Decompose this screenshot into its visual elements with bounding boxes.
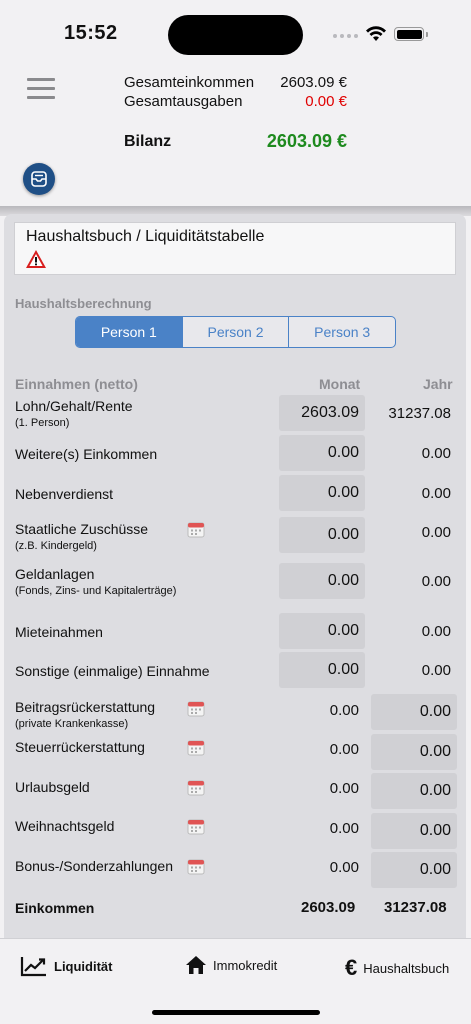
monat-header: Monat [319,376,361,392]
row-label-lohn: Lohn/Gehalt/Rente [15,398,133,414]
status-time: 15:52 [64,22,118,44]
value-steuerrueckerstattung-monat: 0.00 [329,740,359,758]
tab-liquiditaet[interactable]: Liquidität [20,955,113,977]
value-weihnachtsgeld-monat: 0.00 [329,819,359,837]
value-weitere-jahr: 0.00 [421,444,451,462]
value-urlaubsgeld-monat: 0.00 [329,779,359,797]
euro-icon: € [345,955,358,980]
ledger-icon [31,171,47,187]
jahr-header: Jahr [423,376,453,392]
balance-label: Bilanz [124,133,172,150]
tab-liquiditaet-label: Liquidität [54,958,113,974]
value-lohn-jahr: 31237.08 [388,404,451,422]
calendar-icon[interactable] [187,818,205,835]
battery-tip [426,32,428,37]
input-lohn-monat[interactable]: 2603.09 [279,395,365,431]
segment-person-2[interactable]: Person 2 [183,317,290,347]
row-label-bonus: Bonus-/Sonderzahlungen [15,858,174,874]
home-icon [186,956,206,974]
value-beitragsrueckerstattung-monat: 0.00 [329,701,359,719]
input-bonus-jahr[interactable]: 0.00 [371,852,457,888]
battery-icon [394,27,424,41]
value-sonstige-jahr: 0.00 [421,661,451,679]
row-sub-zuschuesse: (z.B. Kindergeld) [15,540,97,552]
input-steuerrueckerstattung-jahr[interactable]: 0.00 [371,734,457,770]
warning-icon[interactable] [25,249,47,269]
row-label-weihnachtsgeld: Weihnachtsgeld [15,818,115,834]
wifi-icon [366,26,386,41]
row-label-urlaubsgeld: Urlaubsgeld [15,779,90,795]
value-bonus-monat: 0.00 [329,858,359,876]
row-label-mieteinahmen: Mieteinahmen [15,624,103,640]
row-label-beitragsrueckerstattung: Beitragsrückerstattung [15,699,156,715]
input-mieteinahmen-monat[interactable]: 0.00 [279,613,365,649]
calendar-icon[interactable] [187,779,205,796]
row-sub-geldanlagen: (Fonds, Zins- und Kapitalerträge) [15,585,177,597]
segment-person-1[interactable]: Person 1 [76,317,183,347]
expense-value: 0.00 € [305,93,347,110]
total-jahr: 31237.08 [384,899,447,916]
input-weitere-monat[interactable]: 0.00 [279,435,365,471]
input-nebenverdienst-monat[interactable]: 0.00 [279,475,365,511]
row-label-sonstige: Sonstige (einmalige) Einnahme [15,663,210,679]
expense-label: Gesamtausgaben [124,93,243,110]
input-beitragsrueckerstattung-jahr[interactable]: 0.00 [371,694,457,730]
row-label-weitere: Weitere(s) Einkommen [15,446,158,462]
dynamic-island [168,15,303,55]
chart-line-icon [20,957,46,977]
row-sub-beitragsrueckerstattung: (private Krankenkasse) [15,718,129,730]
balance-value: 2603.09 € [266,131,347,151]
tab-haushaltsbuch[interactable]: € Haushaltsbuch [345,955,449,981]
tab-immokredit[interactable]: Immokredit [185,955,277,975]
segment-person-3[interactable]: Person 3 [289,317,395,347]
total-monat: 2603.09 [301,899,356,916]
value-nebenverdienst-jahr: 0.00 [421,484,451,502]
panel-title-box: Haushaltsbuch / Liquiditätstabelle [14,222,456,275]
menu-icon[interactable] [27,78,55,100]
section-label: Haushaltsberechnung [15,296,152,311]
row-sub-lohn: (1. Person) [15,417,70,429]
row-label-zuschuesse: Staatliche Zuschüsse [15,521,149,537]
home-indicator [152,1010,320,1015]
income-header: Einnahmen (netto) [15,376,138,392]
income-label: Gesamteinkommen [124,74,255,91]
cellular-dots-icon [333,34,358,38]
person-segmented-control: Person 1 Person 2 Person 3 [75,316,396,348]
calendar-icon[interactable] [187,700,205,717]
value-mieteinahmen-jahr: 0.00 [421,622,451,640]
input-sonstige-monat[interactable]: 0.00 [279,652,365,688]
status-bar: 15:52 [0,0,471,66]
value-zuschuesse-jahr: 0.00 [421,523,451,541]
input-urlaubsgeld-jahr[interactable]: 0.00 [371,773,457,809]
tab-immokredit-label: Immokredit [213,957,278,973]
row-label-steuerrueckerstattung: Steuerrückerstattung [15,739,145,755]
calendar-icon[interactable] [187,739,205,756]
total-label: Einkommen [15,900,95,916]
row-label-geldanlagen: Geldanlagen [15,566,95,582]
panel-title: Haushaltsbuch / Liquiditätstabelle [26,228,265,245]
row-label-nebenverdienst: Nebenverdienst [15,486,114,502]
ledger-button[interactable] [23,163,55,195]
calendar-icon[interactable] [187,521,205,538]
calendar-icon[interactable] [187,858,205,875]
input-zuschuesse-monat[interactable]: 0.00 [279,517,365,553]
income-value: 2603.09 € [280,74,347,91]
value-geldanlagen-jahr: 0.00 [421,572,451,590]
input-geldanlagen-monat[interactable]: 0.00 [279,563,365,599]
input-weihnachtsgeld-jahr[interactable]: 0.00 [371,813,457,849]
tab-haushaltsbuch-label: Haushaltsbuch [363,960,450,976]
